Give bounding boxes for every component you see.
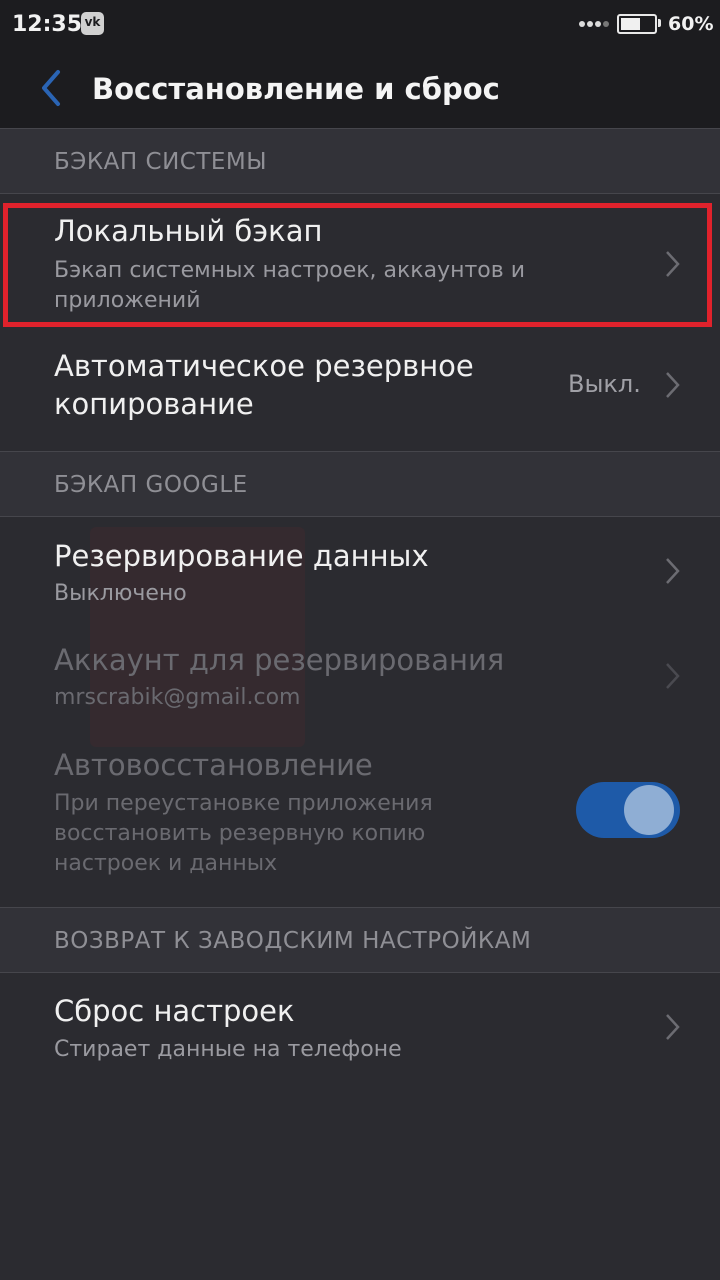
toggle-knob [624, 785, 674, 835]
data-backup-title: Резервирование данных [54, 539, 429, 573]
section-title: БЭКАП GOOGLE [54, 472, 248, 498]
factory-reset-item[interactable]: Сброс настроек Стирает данные на телефон… [0, 974, 720, 1080]
local-backup-item[interactable]: Локальный бэкап Бэкап системных настроек… [0, 195, 720, 327]
auto-restore-toggle[interactable] [576, 782, 680, 838]
factory-reset-title: Сброс настроек [54, 994, 295, 1028]
auto-backup-value: Выкл. [568, 370, 641, 398]
chevron-right-icon [666, 251, 680, 277]
data-backup-item[interactable]: Резервирование данных Выключено [0, 518, 720, 622]
signal-icon [579, 21, 609, 29]
data-backup-subtitle: Выключено [54, 581, 187, 606]
auto-backup-title: Автоматическое резервное копирование [54, 349, 474, 421]
chevron-right-icon [666, 1014, 680, 1040]
local-backup-title: Локальный бэкап [54, 214, 323, 248]
chevron-left-icon[interactable] [30, 66, 74, 110]
battery-icon [617, 14, 657, 34]
battery-fill [621, 18, 640, 30]
backup-account-item: Аккаунт для резервирования mrscrabik@gma… [0, 624, 720, 728]
backup-account-subtitle: mrscrabik@gmail.com [54, 685, 301, 710]
vk-glyph: vk [84, 15, 101, 29]
section-title: ВОЗВРАТ К ЗАВОДСКИМ НАСТРОЙКАМ [54, 928, 532, 954]
auto-restore-subtitle: При переустановке приложения восстановит… [54, 791, 433, 876]
chevron-right-icon [666, 558, 680, 584]
local-backup-subtitle: Бэкап системных настроек, аккаунтов и пр… [54, 258, 526, 313]
section-header-google-backup: БЭКАП GOOGLE [0, 451, 720, 517]
factory-reset-subtitle: Стирает данные на телефоне [54, 1037, 402, 1062]
page-title: Восстановление и сброс [92, 72, 500, 106]
auto-restore-title: Автовосстановление [54, 748, 373, 782]
status-time: 12:35 [12, 12, 83, 37]
section-header-factory-reset: ВОЗВРАТ К ЗАВОДСКИМ НАСТРОЙКАМ [0, 907, 720, 973]
chevron-right-icon [666, 663, 680, 689]
section-title: БЭКАП СИСТЕМЫ [54, 149, 268, 175]
battery-cap [658, 19, 661, 27]
vk-icon: vk [81, 12, 104, 35]
chevron-right-icon [666, 372, 680, 398]
backup-account-title: Аккаунт для резервирования [54, 643, 505, 677]
section-header-system-backup: БЭКАП СИСТЕМЫ [0, 128, 720, 194]
battery-percent: 60% [668, 13, 714, 35]
status-bar: 12:35 vk 60% [0, 0, 720, 50]
auto-backup-item[interactable]: Автоматическое резервное копирование Вык… [0, 330, 720, 450]
